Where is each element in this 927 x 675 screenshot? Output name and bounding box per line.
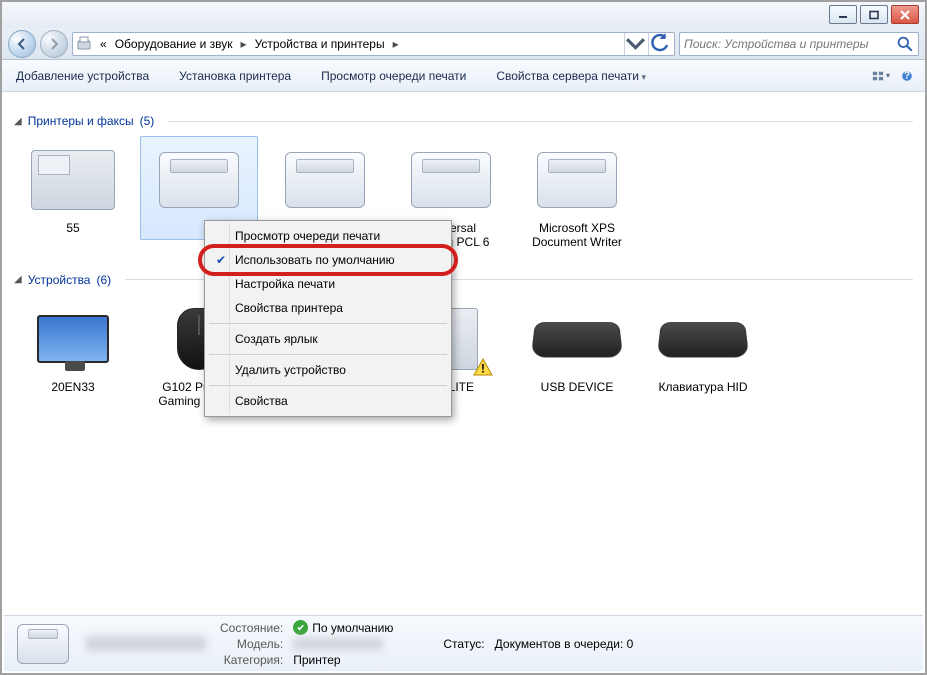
breadcrumb-dropdown-button[interactable] <box>624 33 646 55</box>
nav-back-button[interactable] <box>8 30 36 58</box>
content-area: ◢ Принтеры и факсы (5) 55 UniversalPrint… <box>4 106 923 615</box>
breadcrumb-arrow-1[interactable]: ▸ <box>238 37 250 51</box>
maximize-button[interactable] <box>860 5 888 24</box>
group-printers-title: Принтеры и факсы <box>28 114 134 128</box>
details-model-key: Модель: <box>220 637 283 651</box>
details-title-blurred <box>86 636 206 651</box>
cmd-view-queue[interactable]: Просмотр очереди печати <box>315 65 472 87</box>
command-bar: Добавление устройства Установка принтера… <box>2 60 925 92</box>
ctx-remove-device[interactable]: Удалить устройство <box>207 358 449 382</box>
checkmark-icon: ✔ <box>213 252 229 268</box>
svg-text:?: ? <box>904 70 910 81</box>
device-item-monitor[interactable]: 20EN33 <box>14 295 132 399</box>
printer-icon <box>411 152 491 208</box>
breadcrumb-seg-hardware-sound[interactable]: Оборудование и звук <box>112 37 236 51</box>
details-status-value: Документов в очереди: 0 <box>495 637 634 651</box>
group-devices-header[interactable]: ◢ Устройства (6) <box>4 265 923 291</box>
devices-printers-icon <box>77 36 95 52</box>
cmd-add-printer[interactable]: Установка принтера <box>173 65 297 87</box>
ctx-properties[interactable]: Свойства <box>207 389 449 413</box>
printer-icon <box>285 152 365 208</box>
details-state-key: Состояние: <box>220 621 283 635</box>
cmd-add-device[interactable]: Добавление устройства <box>10 65 155 87</box>
printer-icon <box>159 152 239 208</box>
device-label: USB DEVICE <box>541 380 614 394</box>
close-button[interactable] <box>891 5 919 24</box>
breadcrumb-arrow-2[interactable]: ▸ <box>390 37 402 51</box>
printer-icon <box>537 152 617 208</box>
ctx-print-prefs[interactable]: Настройка печати <box>207 272 449 296</box>
ctx-create-shortcut[interactable]: Создать ярлык <box>207 327 449 351</box>
details-thumbnail <box>14 621 72 667</box>
window-control-row <box>2 2 925 28</box>
ctx-view-queue[interactable]: Просмотр очереди печати <box>207 224 449 248</box>
details-pane: Состояние: По умолчанию Модель: Категори… <box>4 615 923 671</box>
ctx-printer-props[interactable]: Свойства принтера <box>207 296 449 320</box>
group-devices-title: Устройства <box>28 273 91 287</box>
nav-forward-button[interactable] <box>40 30 68 58</box>
printer-label: 55 <box>66 221 79 235</box>
warning-icon: ! <box>473 358 493 376</box>
details-category-key: Категория: <box>220 653 283 667</box>
device-item-usb-keyboard[interactable]: USB DEVICE <box>518 295 636 399</box>
ctx-set-default[interactable]: ✔ Использовать по умолчанию <box>207 248 449 272</box>
collapse-icon: ◢ <box>14 116 22 127</box>
refresh-button[interactable] <box>648 33 670 55</box>
details-category-value: Принтер <box>293 653 393 667</box>
explorer-window: « Оборудование и звук ▸ Устройства и при… <box>0 0 927 675</box>
check-circle-icon <box>293 620 308 635</box>
group-printers-faxes-header[interactable]: ◢ Принтеры и факсы (5) <box>4 106 923 132</box>
devices-items: 20EN33 G102 ProdigyGaming Mouse HID-совм… <box>4 291 923 424</box>
monitor-icon <box>37 315 109 363</box>
minimize-button[interactable] <box>829 5 857 24</box>
printer-item-xps-writer[interactable]: Microsoft XPSDocument Writer <box>518 136 636 255</box>
details-model-value-blurred <box>293 638 383 650</box>
breadcrumb-seg-devices-printers[interactable]: Устройства и принтеры <box>252 37 388 51</box>
view-options-button[interactable]: ▾ <box>871 67 891 85</box>
printers-items: 55 UniversalPrinting PCL 6 Microsoft XPS… <box>4 132 923 265</box>
keyboard-icon <box>657 322 749 357</box>
breadcrumb-chevrons: « <box>97 37 110 51</box>
svg-text:!: ! <box>481 361 485 375</box>
group-devices-count: (6) <box>96 273 111 287</box>
details-state-value: По умолчанию <box>293 620 393 635</box>
search-input[interactable] <box>684 37 896 51</box>
device-item-hid-keyboard[interactable]: Клавиатура HID <box>644 295 762 399</box>
fax-printer-icon <box>31 150 115 210</box>
printer-item-55[interactable]: 55 <box>14 136 132 240</box>
printer-label: Microsoft XPSDocument Writer <box>532 221 622 250</box>
cmd-server-properties[interactable]: Свойства сервера печати <box>490 65 652 87</box>
details-status-key: Статус: <box>443 637 484 651</box>
context-menu: Просмотр очереди печати ✔ Использовать п… <box>204 220 452 417</box>
collapse-icon: ◢ <box>14 274 22 285</box>
keyboard-icon <box>531 322 623 357</box>
device-label: Клавиатура HID <box>659 380 748 394</box>
device-label: 20EN33 <box>51 380 94 394</box>
breadcrumb[interactable]: « Оборудование и звук ▸ Устройства и при… <box>72 32 675 56</box>
help-button[interactable]: ? <box>897 67 917 85</box>
search-box[interactable] <box>679 32 919 56</box>
group-printers-count: (5) <box>140 114 155 128</box>
address-bar: « Оборудование и звук ▸ Устройства и при… <box>2 28 925 60</box>
search-icon[interactable] <box>896 35 914 53</box>
